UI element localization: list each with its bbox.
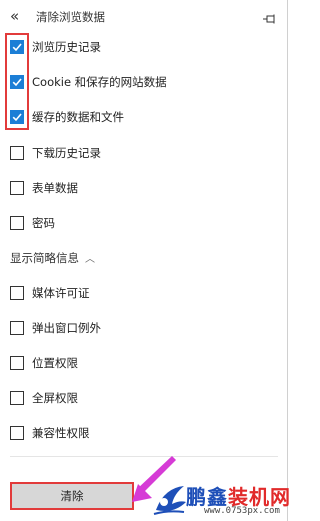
checkbox[interactable] (10, 181, 24, 195)
chevron-up-icon: ︿ (85, 254, 95, 265)
pointer-arrow-icon (132, 456, 176, 502)
show-less-toggle[interactable]: 显示简略信息 ︿ (10, 250, 95, 266)
checkbox[interactable] (10, 391, 24, 405)
clear-browsing-data-panel: « 清除浏览数据 浏览历史记录 Cookie 和保存的网站数据 缓存的数据和文件… (0, 0, 290, 521)
option-location-permissions[interactable]: 位置权限 (10, 352, 78, 374)
option-popup-exceptions[interactable]: 弹出窗口例外 (10, 317, 101, 339)
option-cache[interactable]: 缓存的数据和文件 (10, 106, 124, 128)
option-label: 全屏权限 (32, 391, 78, 405)
option-fullscreen-permissions[interactable]: 全屏权限 (10, 387, 78, 409)
chevron-double-left-icon[interactable]: « (10, 8, 26, 24)
divider (10, 456, 278, 457)
watermark-url: www.0753px.com (204, 506, 280, 516)
option-label: 兼容性权限 (32, 426, 90, 440)
option-label: 位置权限 (32, 356, 78, 370)
option-compatibility-permissions[interactable]: 兼容性权限 (10, 422, 90, 444)
option-media-licenses[interactable]: 媒体许可证 (10, 282, 90, 304)
option-passwords[interactable]: 密码 (10, 212, 55, 234)
panel-right-border (287, 0, 288, 521)
clear-button[interactable]: 清除 (10, 482, 134, 510)
pin-icon[interactable] (262, 10, 278, 24)
option-label: 浏览历史记录 (32, 40, 101, 54)
panel-title: 清除浏览数据 (36, 10, 105, 24)
checkbox[interactable] (10, 216, 24, 230)
checkbox-checked[interactable] (10, 75, 24, 89)
option-label: 下载历史记录 (32, 146, 101, 160)
option-label: Cookie 和保存的网站数据 (32, 75, 167, 89)
checkbox[interactable] (10, 356, 24, 370)
section-label: 显示简略信息 (10, 251, 79, 265)
checkbox[interactable] (10, 321, 24, 335)
option-form-data[interactable]: 表单数据 (10, 177, 78, 199)
option-label: 弹出窗口例外 (32, 321, 101, 335)
checkbox[interactable] (10, 426, 24, 440)
option-label: 密码 (32, 216, 55, 230)
checkbox-checked[interactable] (10, 110, 24, 124)
option-label: 表单数据 (32, 181, 78, 195)
panel-header: « 清除浏览数据 (0, 0, 288, 36)
option-download-history[interactable]: 下载历史记录 (10, 142, 101, 164)
checkbox[interactable] (10, 146, 24, 160)
option-label: 缓存的数据和文件 (32, 110, 124, 124)
watermark-logo-icon (153, 486, 186, 515)
checkbox-checked[interactable] (10, 40, 24, 54)
option-browsing-history[interactable]: 浏览历史记录 (10, 36, 101, 58)
option-cookies[interactable]: Cookie 和保存的网站数据 (10, 71, 167, 93)
option-label: 媒体许可证 (32, 286, 90, 300)
checkbox[interactable] (10, 286, 24, 300)
